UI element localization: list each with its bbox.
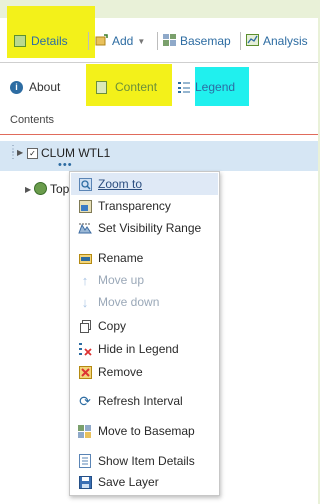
- menu-item-label: Copy: [98, 319, 127, 333]
- basemap-button[interactable]: Basemap: [163, 30, 231, 52]
- basemap-icon: [163, 33, 176, 49]
- add-label: Add: [112, 34, 134, 48]
- tab-about-label: About: [29, 80, 61, 94]
- toolbar-separator: [157, 32, 158, 50]
- content-icon: [96, 80, 107, 94]
- menu-item-label: Transparency: [98, 199, 171, 213]
- add-button[interactable]: Add ▼: [95, 30, 145, 52]
- contents-header: Contents: [0, 106, 318, 135]
- menu-item-refresh-interval[interactable]: ⟳ Refresh Interval: [78, 391, 183, 411]
- tab-content-label: Content: [115, 80, 158, 94]
- contents-heading: Contents: [10, 114, 55, 126]
- add-icon: [95, 33, 109, 49]
- map-viewer-panel: Details Add ▼ Basemap Analysis i About C…: [0, 0, 318, 504]
- move-basemap-icon: [78, 424, 92, 438]
- basemap-label: Basemap: [180, 34, 231, 48]
- analysis-button[interactable]: Analysis: [246, 30, 308, 52]
- remove-icon: [78, 365, 92, 379]
- menu-item-label: Remove: [98, 365, 143, 379]
- menu-item-label: Hide in Legend: [98, 342, 179, 356]
- tab-legend[interactable]: Legend: [178, 77, 235, 97]
- tab-legend-label: Legend: [195, 80, 236, 94]
- menu-item-save-layer[interactable]: Save Layer: [78, 472, 159, 492]
- menu-item-remove[interactable]: Remove: [78, 362, 143, 382]
- menu-item-set-visibility-range[interactable]: Set Visibility Range: [78, 218, 201, 238]
- details-label: Details: [31, 34, 68, 48]
- menu-item-label: Move down: [98, 295, 160, 309]
- menu-item-transparency[interactable]: Transparency: [78, 196, 171, 216]
- menu-item-label: Move to Basemap: [98, 424, 195, 438]
- rename-icon: [78, 251, 92, 265]
- menu-item-rename[interactable]: Rename: [78, 248, 143, 268]
- item-details-icon: [78, 454, 92, 468]
- top-toolbar: Details Add ▼ Basemap Analysis: [0, 6, 318, 63]
- more-options-icon[interactable]: •••: [58, 160, 73, 171]
- layer-row-clum-wtl1[interactable]: ⋮ ⋮ ▶ ✓ CLUM WTL1 •••: [0, 141, 318, 171]
- copy-icon: [78, 319, 92, 333]
- zoom-icon: [78, 177, 92, 191]
- menu-item-label: Zoom to: [98, 177, 143, 191]
- toolbar-separator: [88, 32, 89, 50]
- menu-item-move-down[interactable]: ↓ Move down: [78, 292, 160, 312]
- menu-item-label: Refresh Interval: [98, 394, 183, 408]
- refresh-icon: ⟳: [79, 392, 91, 409]
- menu-item-show-item-details[interactable]: Show Item Details: [78, 451, 195, 471]
- menu-item-move-up[interactable]: ↑ Move up: [78, 270, 144, 290]
- visibility-range-icon: [78, 221, 92, 235]
- basemap-layer-name: Top: [50, 182, 70, 196]
- legend-icon: [178, 81, 190, 94]
- tab-content[interactable]: Content: [96, 77, 157, 97]
- save-icon: [78, 475, 92, 489]
- expand-arrow-icon[interactable]: ▶: [17, 148, 23, 157]
- expand-arrow-icon[interactable]: ▶: [25, 185, 31, 194]
- analysis-icon: [246, 33, 259, 49]
- menu-item-label: Set Visibility Range: [98, 221, 202, 235]
- analysis-label: Analysis: [263, 34, 308, 48]
- details-button[interactable]: Details: [14, 30, 68, 52]
- menu-item-label: Save Layer: [98, 475, 159, 489]
- arrow-down-icon: ↓: [81, 294, 89, 310]
- menu-item-label: Rename: [98, 251, 144, 265]
- basemap-globe-icon: [34, 182, 47, 195]
- info-icon: i: [10, 80, 23, 94]
- menu-item-zoom-to[interactable]: Zoom to: [78, 174, 142, 194]
- layer-name: CLUM WTL1: [41, 146, 111, 160]
- menu-item-hide-in-legend[interactable]: Hide in Legend: [78, 339, 179, 359]
- transparency-icon: [78, 199, 92, 213]
- chevron-down-icon: ▼: [137, 36, 146, 46]
- layer-visibility-checkbox[interactable]: ✓: [27, 148, 38, 159]
- tab-about[interactable]: i About: [10, 77, 60, 97]
- toolbar-separator: [240, 32, 241, 50]
- layer-context-menu: Zoom to Transparency Set Visibility Rang…: [69, 171, 220, 496]
- menu-item-label: Show Item Details: [98, 454, 195, 468]
- hide-legend-icon: [78, 342, 92, 356]
- menu-item-label: Move up: [98, 273, 145, 287]
- arrow-up-icon: ↑: [81, 272, 89, 288]
- details-icon: [14, 35, 26, 47]
- menu-item-copy[interactable]: Copy: [78, 316, 126, 336]
- menu-item-move-to-basemap[interactable]: Move to Basemap: [78, 421, 195, 441]
